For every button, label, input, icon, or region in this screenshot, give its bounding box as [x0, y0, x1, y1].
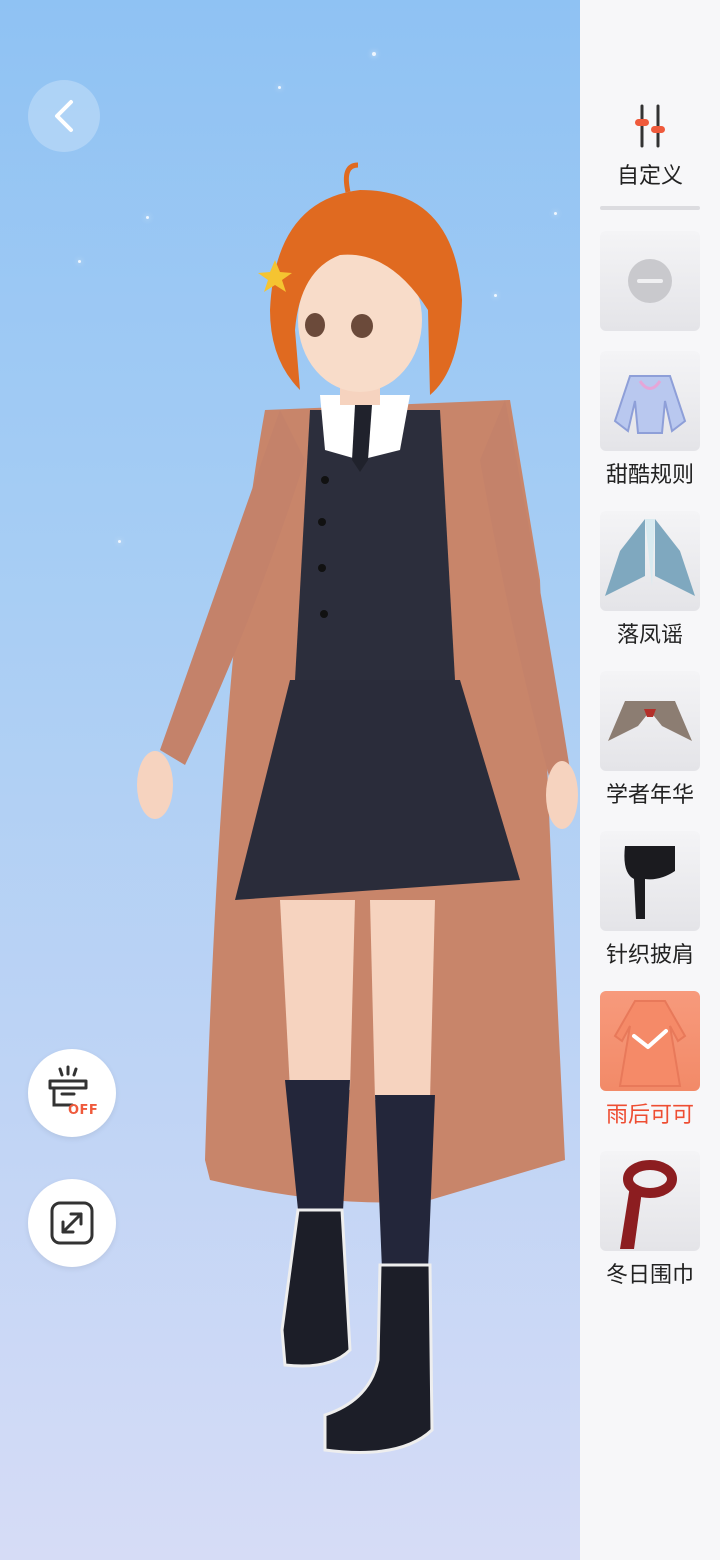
- outfit-item-2[interactable]: 落凤谣: [600, 511, 700, 649]
- display-toggle-button[interactable]: OFF: [28, 1049, 116, 1137]
- avatar-character[interactable]: [110, 160, 580, 1480]
- outfit-item-4[interactable]: 针织披肩: [600, 831, 700, 969]
- chevron-left-icon: [55, 100, 73, 132]
- outfit-item-1[interactable]: 甜酷规则: [600, 351, 700, 489]
- expand-icon: [50, 1201, 94, 1245]
- expand-button[interactable]: [28, 1179, 116, 1267]
- sparkle: [78, 260, 81, 263]
- outfit-item-3[interactable]: 学者年华: [600, 671, 700, 809]
- scarf-thumbnail: [620, 1160, 677, 1249]
- customize-label: 自定义: [616, 164, 683, 189]
- divider: [600, 206, 700, 210]
- minus-icon: [628, 259, 672, 303]
- outfit-sidebar: 自定义 甜酷规则 落凤谣 学者年华 针织披肩 雨后可可 冬日围巾: [580, 0, 720, 1560]
- outfit-item-none[interactable]: [600, 231, 700, 331]
- sparkle: [278, 86, 281, 89]
- sparkle: [372, 52, 376, 56]
- outfit-label: 甜酷规则: [605, 463, 694, 488]
- shawl-thumbnail: [624, 846, 675, 919]
- coat-thumbnail: [613, 1000, 687, 1087]
- outfit-label: 冬日围巾: [605, 1263, 694, 1288]
- character-viewport[interactable]: OFF: [0, 0, 580, 1560]
- customize-button[interactable]: 自定义: [580, 100, 720, 190]
- cape-thumbnail: [605, 519, 695, 596]
- off-badge: OFF: [68, 1103, 99, 1118]
- outfit-item-5-selected[interactable]: 雨后可可: [600, 991, 700, 1129]
- collar-thumbnail: [608, 701, 692, 741]
- outfit-label: 雨后可可: [605, 1103, 694, 1128]
- outfit-label: 针织披肩: [605, 943, 694, 968]
- outfit-label: 落凤谣: [616, 623, 683, 648]
- back-button[interactable]: [28, 80, 100, 152]
- sliders-icon: [635, 104, 665, 148]
- outfit-item-6[interactable]: 冬日围巾: [600, 1151, 700, 1289]
- jacket-thumbnail: [613, 375, 687, 434]
- outfit-label: 学者年华: [605, 783, 694, 808]
